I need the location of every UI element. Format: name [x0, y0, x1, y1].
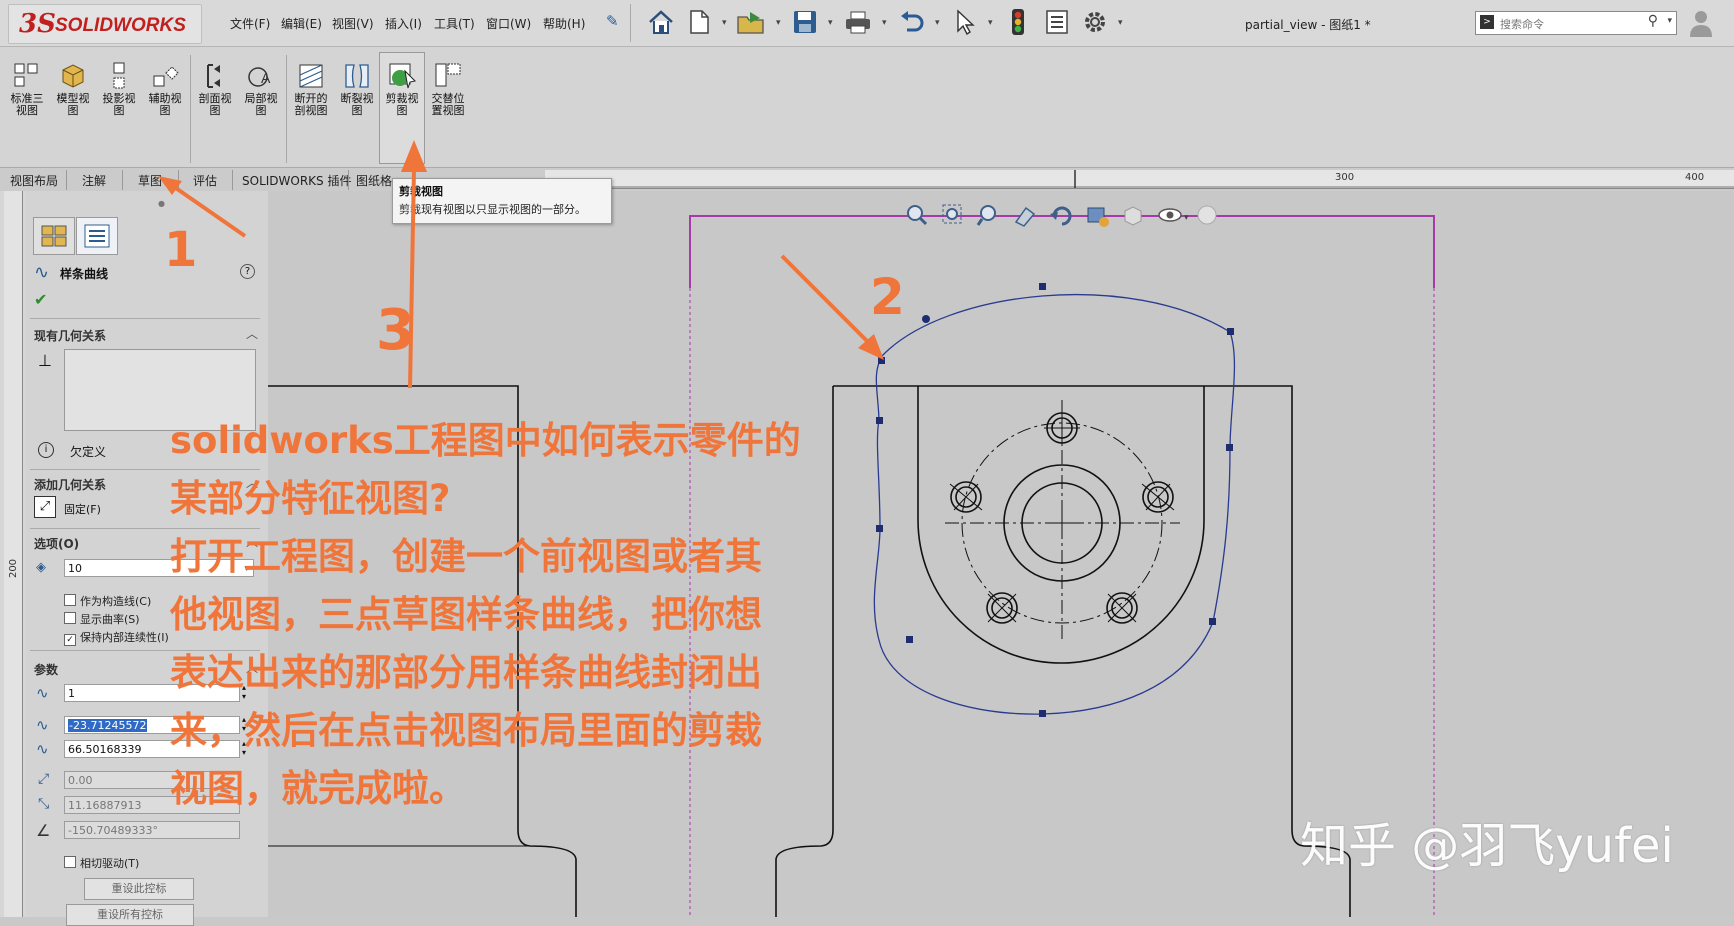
annotation-line: 他视图，三点草图样条曲线，把你想 — [170, 593, 762, 636]
annotation-line: 打开工程图，创建一个前视图或者其 — [170, 535, 762, 578]
annotation-line: 表达出来的那部分用样条曲线封闭出 — [170, 651, 762, 694]
annotation-line: 视图，就完成啦。 — [170, 767, 466, 810]
annotation-line: solidworks工程图中如何表示零件的 — [170, 419, 801, 462]
arrow-2 — [780, 254, 874, 348]
step-number-3: 3 — [376, 298, 415, 363]
watermark: 知乎 @羽飞yufei — [1300, 818, 1674, 874]
step-number-2: 2 — [870, 268, 905, 326]
tutorial-annotation: solidworks工程图中如何表示零件的 某部分特征视图? 打开工程图，创建一… — [170, 412, 870, 818]
annotation-line: 某部分特征视图? — [170, 477, 451, 520]
step-number-1: 1 — [164, 222, 198, 278]
annotation-line: 来，然后在点击视图布局里面的剪裁 — [170, 709, 762, 752]
